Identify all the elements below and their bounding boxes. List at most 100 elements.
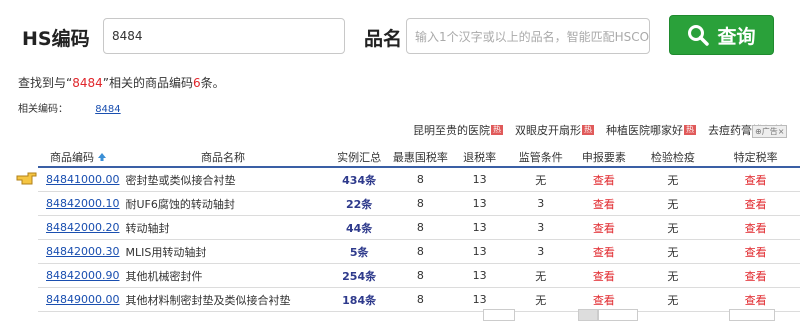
rebate-rate: 13: [448, 167, 511, 192]
related-codes-label: 相关编码：: [18, 104, 68, 115]
product-name: 其他材料制密封垫及类似接合衬垫: [119, 287, 327, 312]
table-row: 84849000.00 其他材料制密封垫及类似接合衬垫 184条 8 13 无 …: [38, 287, 800, 312]
inspection-quarantine: 无: [636, 263, 710, 288]
hs-code-link[interactable]: 84842000.20: [46, 221, 119, 234]
results-table: 商品编码 商品名称 实例汇总 最惠国税率 退税率 监管条件 申报要素 检验检疫 …: [38, 148, 800, 312]
inspection-quarantine: 无: [636, 215, 710, 240]
product-name: 转动轴封: [119, 215, 327, 240]
hs-code-link[interactable]: 84849000.00: [46, 293, 119, 306]
hot-badge: 热: [491, 125, 503, 135]
col-header-name: 商品名称: [119, 148, 327, 168]
inspection-quarantine: 无: [636, 239, 710, 264]
mfn-rate: 8: [391, 287, 449, 312]
pager-button[interactable]: [483, 309, 515, 321]
hs-code-link[interactable]: 84842000.10: [46, 197, 119, 210]
special-rate-link[interactable]: 查看: [709, 239, 800, 264]
related-codes: 相关编码： 8484: [18, 100, 121, 115]
col-header-declare: 申报要素: [571, 148, 637, 168]
pager-button[interactable]: [598, 309, 638, 321]
declare-elements-link[interactable]: 查看: [571, 191, 637, 216]
hot-badge: 热: [582, 125, 594, 135]
declare-elements-link[interactable]: 查看: [571, 263, 637, 288]
supervision-condition: 3: [510, 215, 572, 240]
supervision-condition: 无: [510, 287, 572, 312]
declare-elements-link[interactable]: 查看: [571, 287, 637, 312]
product-name: 密封垫或类似接合衬垫: [119, 167, 327, 192]
table-row: 84842000.90 其他机械密封件 254条 8 13 无 查看 无 查看: [38, 263, 800, 288]
mfn-rate: 8: [391, 167, 449, 192]
summary-suffix: 条。: [200, 76, 225, 90]
col-header-special: 特定税率: [709, 148, 800, 168]
pager-button[interactable]: [729, 309, 775, 321]
supervision-condition: 3: [510, 191, 572, 216]
ad-link[interactable]: 种植医院哪家好热: [606, 122, 696, 138]
supervision-condition: 3: [510, 239, 572, 264]
magnifier-icon: [688, 25, 710, 46]
hs-code-link[interactable]: 84842000.90: [46, 269, 119, 282]
declare-elements-link[interactable]: 查看: [571, 239, 637, 264]
summary-keyword: 8484: [72, 76, 103, 90]
ad-badge[interactable]: ⊕广告×: [752, 125, 788, 138]
product-name: 耐UF6腐蚀的转动轴封: [119, 191, 327, 216]
rebate-rate: 13: [448, 287, 511, 312]
ad-link[interactable]: 双眼皮开扇形热: [515, 122, 594, 138]
summary-prefix: 查找到与“: [18, 76, 73, 90]
summary-middle: ”相关的商品编码: [102, 76, 193, 90]
product-name-input[interactable]: 输入1个汉字或以上的品名，智能匹配HSCODE: [406, 18, 650, 54]
instance-count[interactable]: 44条: [326, 215, 392, 240]
instance-count[interactable]: 5条: [326, 239, 392, 264]
results-table-wrapper: 商品编码 商品名称 实例汇总 最惠国税率 退税率 监管条件 申报要素 检验检疫 …: [38, 148, 800, 312]
hs-code-label: HS编码: [22, 28, 90, 50]
table-row: 84841000.00 密封垫或类似接合衬垫 434条 8 13 无 查看 无 …: [38, 167, 800, 192]
sort-up-arrow-icon[interactable]: [97, 152, 107, 162]
summary-count: 6: [192, 76, 201, 90]
hand-pointer-icon: [16, 170, 38, 189]
rebate-rate: 13: [448, 215, 511, 240]
instance-count[interactable]: 254条: [326, 263, 392, 288]
ad-link[interactable]: 昆明至贵的医院热: [413, 122, 503, 138]
special-rate-link[interactable]: 查看: [709, 215, 800, 240]
query-button[interactable]: 查询: [669, 15, 774, 55]
declare-elements-link[interactable]: 查看: [571, 167, 637, 192]
supervision-condition: 无: [510, 167, 572, 192]
table-header-row: 商品编码 商品名称 实例汇总 最惠国税率 退税率 监管条件 申报要素 检验检疫 …: [38, 148, 800, 168]
hs-code-link[interactable]: 84842000.30: [46, 245, 119, 258]
col-header-code[interactable]: 商品编码: [38, 148, 120, 168]
col-header-inspection: 检验检疫: [636, 148, 710, 168]
pager-button[interactable]: [578, 309, 598, 321]
hs-code-link[interactable]: 84841000.00: [46, 173, 119, 186]
mfn-rate: 8: [391, 215, 449, 240]
query-button-label: 查询: [717, 25, 756, 48]
mfn-rate: 8: [391, 191, 449, 216]
col-header-mfn: 最惠国税率: [391, 148, 449, 168]
hot-badge: 热: [684, 125, 696, 135]
related-code-link[interactable]: 8484: [95, 104, 120, 115]
product-name: 其他机械密封件: [119, 263, 327, 288]
col-header-supervision: 监管条件: [510, 148, 572, 168]
rebate-rate: 13: [448, 263, 511, 288]
rebate-rate: 13: [448, 239, 511, 264]
instance-count[interactable]: 434条: [326, 167, 392, 192]
instance-count[interactable]: 184条: [326, 287, 392, 312]
inspection-quarantine: 无: [636, 167, 710, 192]
special-rate-link[interactable]: 查看: [709, 287, 800, 312]
table-row: 84842000.10 耐UF6腐蚀的转动轴封 22条 8 13 3 查看 无 …: [38, 191, 800, 216]
declare-elements-link[interactable]: 查看: [571, 215, 637, 240]
special-rate-link[interactable]: 查看: [709, 263, 800, 288]
product-name-label: 品名: [364, 28, 403, 50]
supervision-condition: 无: [510, 263, 572, 288]
mfn-rate: 8: [391, 239, 449, 264]
table-row: 84842000.30 MLIS用转动轴封 5条 8 13 3 查看 无 查看: [38, 239, 800, 264]
col-header-count: 实例汇总: [326, 148, 392, 168]
ad-links: 昆明至贵的医院热 双眼皮开扇形热 种植医院哪家好热 去痘药膏排行榜: [413, 122, 785, 138]
rebate-rate: 13: [448, 191, 511, 216]
inspection-quarantine: 无: [636, 287, 710, 312]
hs-code-input[interactable]: 8484: [103, 18, 345, 54]
col-header-rebate: 退税率: [448, 148, 511, 168]
table-row: 84842000.20 转动轴封 44条 8 13 3 查看 无 查看: [38, 215, 800, 240]
special-rate-link[interactable]: 查看: [709, 167, 800, 192]
instance-count[interactable]: 22条: [326, 191, 392, 216]
result-summary: 查找到与“8484”相关的商品编码6条。: [18, 74, 225, 91]
product-name: MLIS用转动轴封: [119, 239, 327, 264]
special-rate-link[interactable]: 查看: [709, 191, 800, 216]
